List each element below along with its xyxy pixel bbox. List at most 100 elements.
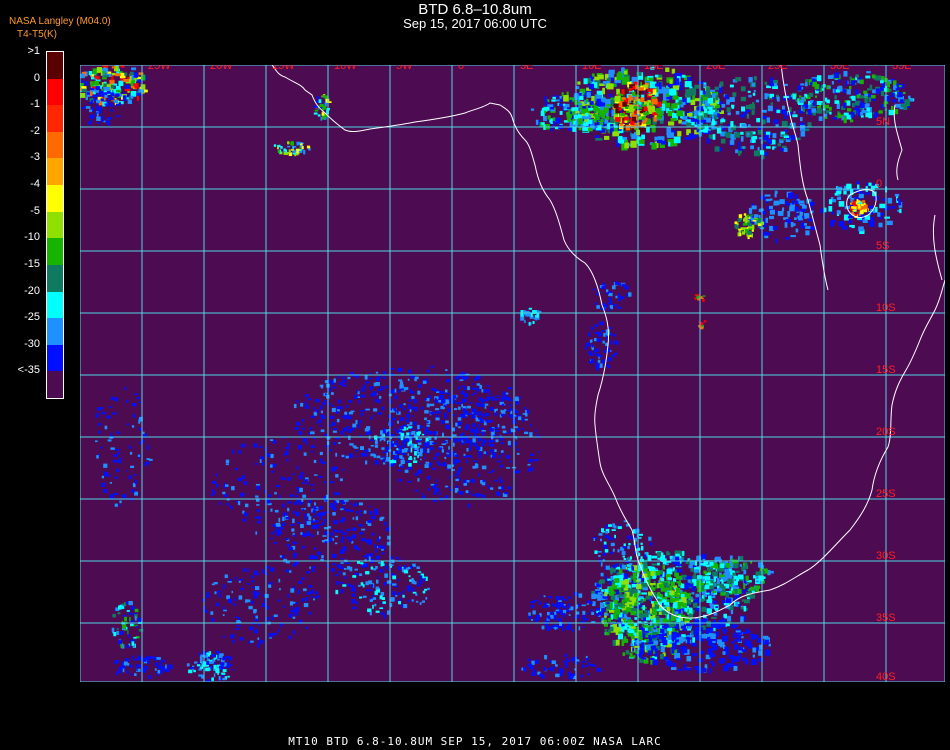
cloud-pixel [792,114,798,118]
cloud-pixel [320,410,323,414]
cloud-pixel [358,524,363,527]
cloud-pixel [834,100,840,104]
cloud-pixel [842,89,847,93]
cloud-pixel [639,122,642,125]
cloud-pixel [443,404,446,408]
cloud-pixel [797,85,802,91]
cloud-pixel [257,643,260,648]
cloud-pixel [418,384,422,388]
cloud-pixel [316,96,320,100]
cloud-pixel [828,86,831,89]
cloud-pixel [307,503,311,507]
cloud-pixel [89,109,93,113]
cloud-pixel [349,538,353,542]
cloud-pixel [588,334,591,337]
cloud-pixel [240,587,244,591]
cloud-pixel [347,376,351,380]
legend-label: -1 [30,98,40,111]
cloud-pixel [482,400,485,405]
cloud-pixel [387,610,390,615]
cloud-pixel [862,219,868,223]
cloud-pixel [299,487,303,493]
cloud-pixel [362,595,367,598]
cloud-pixel [829,111,832,115]
cloud-pixel [95,413,99,418]
cloud-pixel [207,679,211,682]
cloud-pixel [530,466,533,469]
cloud-pixel [676,581,681,584]
cloud-pixel [770,77,774,84]
cloud-pixel [232,449,235,454]
cloud-pixel [255,483,261,486]
cloud-pixel [461,432,465,436]
cloud-pixel [336,580,339,586]
cloud-pixel [660,653,664,660]
cloud-pixel [612,285,616,290]
cloud-pixel [441,420,445,424]
cloud-pixel [657,74,663,78]
cloud-pixel [381,435,384,440]
cloud-pixel [887,81,890,88]
cloud-pixel [908,95,911,99]
cloud-pixel [763,232,769,236]
cloud-pixel [312,568,315,572]
cloud-pixel [352,445,357,448]
cloud-pixel [481,494,486,498]
cloud-pixel [314,507,318,510]
cloud-pixel [828,206,833,212]
cloud-pixel [288,149,291,153]
cloud-pixel [214,591,217,595]
cloud-pixel [719,108,722,113]
cloud-pixel [361,528,366,531]
cloud-pixel [126,399,129,403]
cloud-pixel [452,427,455,432]
cloud-pixel [632,85,636,90]
cloud-pixel [154,668,157,671]
cloud-pixel [745,659,748,665]
cloud-pixel [345,434,347,437]
cloud-pixel [379,438,382,442]
cloud-pixel [293,534,296,537]
cloud-pixel [303,452,307,456]
cloud-pixel [544,96,547,101]
legend-label: -10 [24,231,40,244]
cloud-pixel [701,634,707,639]
cloud-pixel [212,490,216,495]
cloud-pixel [308,516,312,521]
cloud-pixel [780,138,786,141]
cloud-pixel [101,119,104,122]
cloud-pixel [224,574,228,579]
cloud-pixel [713,575,716,582]
cloud-pixel [341,501,346,504]
cloud-pixel [831,211,834,215]
cloud-pixel [605,116,610,120]
cloud-pixel [400,435,404,441]
cloud-pixel [293,613,296,617]
cloud-pixel [720,576,726,580]
cloud-pixel [239,637,244,641]
cloud-pixel [238,450,242,454]
cloud-pixel [769,209,775,215]
cloud-pixel [411,427,414,430]
cloud-pixel [382,552,385,555]
cloud-pixel [496,395,500,397]
cloud-pixel [783,147,788,152]
cloud-pixel [589,354,594,356]
cloud-pixel [361,537,366,542]
cloud-pixel [439,395,444,400]
cloud-pixel [367,540,372,545]
cloud-pixel [362,563,366,568]
cloud-pixel [671,581,675,587]
color-scale-swatch [47,238,63,266]
cloud-pixel [727,112,731,116]
cloud-pixel [676,623,679,629]
cloud-pixel [457,439,461,442]
cloud-pixel [417,442,422,446]
cloud-pixel [444,416,447,419]
cloud-pixel [88,71,93,76]
cloud-pixel [333,423,336,426]
cloud-pixel [843,102,846,109]
cloud-pixel [104,472,108,477]
cloud-pixel [378,375,382,378]
cloud-pixel [392,575,397,580]
